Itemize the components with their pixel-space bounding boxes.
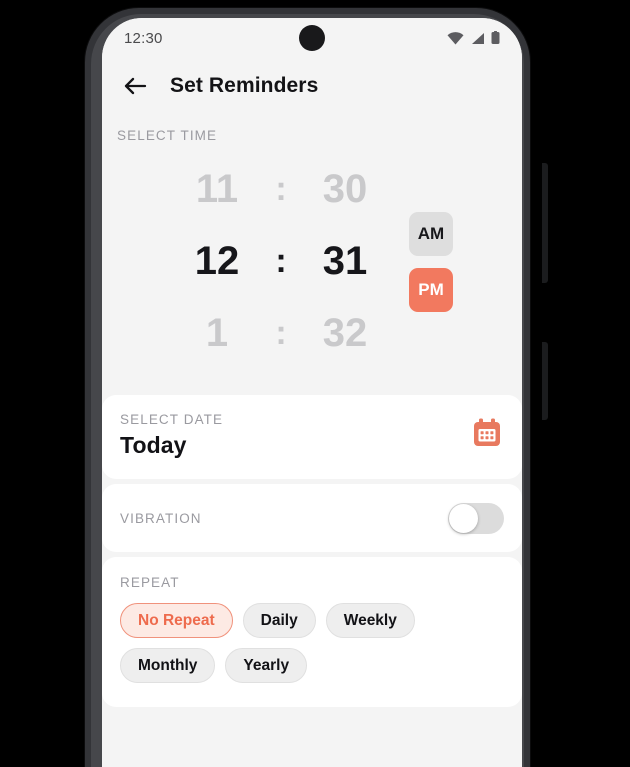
repeat-card: REPEAT No Repeat Daily Weekly Monthly Ye… — [102, 557, 522, 707]
repeat-chip-monthly[interactable]: Monthly — [120, 648, 216, 683]
repeat-chip-daily[interactable]: Daily — [242, 603, 316, 638]
select-date-value: Today — [120, 432, 187, 458]
phone-screen: 12:30 Set Reminders SELECT TIME 11 12 1 … — [102, 18, 522, 767]
pm-button[interactable]: PM — [409, 268, 453, 312]
time-picker[interactable]: 11 12 1 : : : 30 31 32 AM PM — [102, 153, 522, 369]
wifi-icon — [447, 31, 464, 44]
power-button[interactable] — [542, 342, 548, 420]
battery-icon — [491, 31, 500, 44]
app-bar: Set Reminders — [102, 58, 522, 114]
status-bar-clock: 12:30 — [124, 29, 163, 47]
front-camera-punch-hole — [299, 25, 325, 51]
vibration-toggle-knob — [449, 503, 478, 533]
calendar-picker-button[interactable] — [470, 416, 504, 455]
repeat-options: No Repeat Daily Weekly Monthly Yearly — [120, 603, 504, 683]
page-title: Set Reminders — [170, 74, 319, 97]
back-button[interactable] — [122, 73, 148, 99]
repeat-chip-weekly[interactable]: Weekly — [325, 603, 415, 638]
time-separator-middle: : — [275, 242, 287, 280]
select-date-card[interactable]: SELECT DATE Today — [102, 395, 522, 479]
vibration-label: VIBRATION — [120, 510, 202, 526]
am-button[interactable]: AM — [409, 212, 453, 256]
cellular-signal-icon — [472, 32, 484, 44]
hour-selected[interactable]: 12 — [171, 225, 263, 297]
calendar-icon — [474, 418, 500, 446]
repeat-chip-yearly[interactable]: Yearly — [225, 648, 308, 683]
time-separator-top: : — [275, 170, 287, 208]
hour-previous[interactable]: 11 — [171, 153, 263, 225]
select-date-label: SELECT DATE — [120, 412, 224, 427]
time-separator-column: : : : — [263, 153, 299, 369]
select-time-label: SELECT TIME — [117, 128, 218, 143]
meridiem-selector: AM PM — [409, 212, 453, 312]
minute-wheel[interactable]: 30 31 32 — [299, 153, 391, 369]
status-bar-icons — [447, 31, 500, 45]
screenshot-stage: 12:30 Set Reminders SELECT TIME 11 12 1 … — [0, 0, 630, 767]
select-date-text-group: SELECT DATE Today — [120, 412, 223, 459]
vibration-card: VIBRATION — [102, 484, 522, 552]
minute-selected[interactable]: 31 — [299, 225, 391, 297]
hour-next[interactable]: 1 — [171, 297, 263, 369]
time-separator-bottom: : — [275, 314, 287, 352]
vibration-toggle[interactable] — [448, 502, 504, 534]
repeat-chip-no-repeat[interactable]: No Repeat — [120, 603, 233, 638]
hour-wheel[interactable]: 11 12 1 — [171, 153, 263, 369]
select-time-section: SELECT TIME 11 12 1 : : : 30 31 32 AM PM — [102, 114, 522, 395]
minute-previous[interactable]: 30 — [299, 153, 391, 225]
volume-button[interactable] — [542, 163, 548, 283]
back-arrow-icon — [124, 77, 147, 95]
status-bar: 12:30 — [102, 18, 522, 58]
repeat-label: REPEAT — [120, 575, 180, 590]
minute-next[interactable]: 32 — [299, 297, 391, 369]
